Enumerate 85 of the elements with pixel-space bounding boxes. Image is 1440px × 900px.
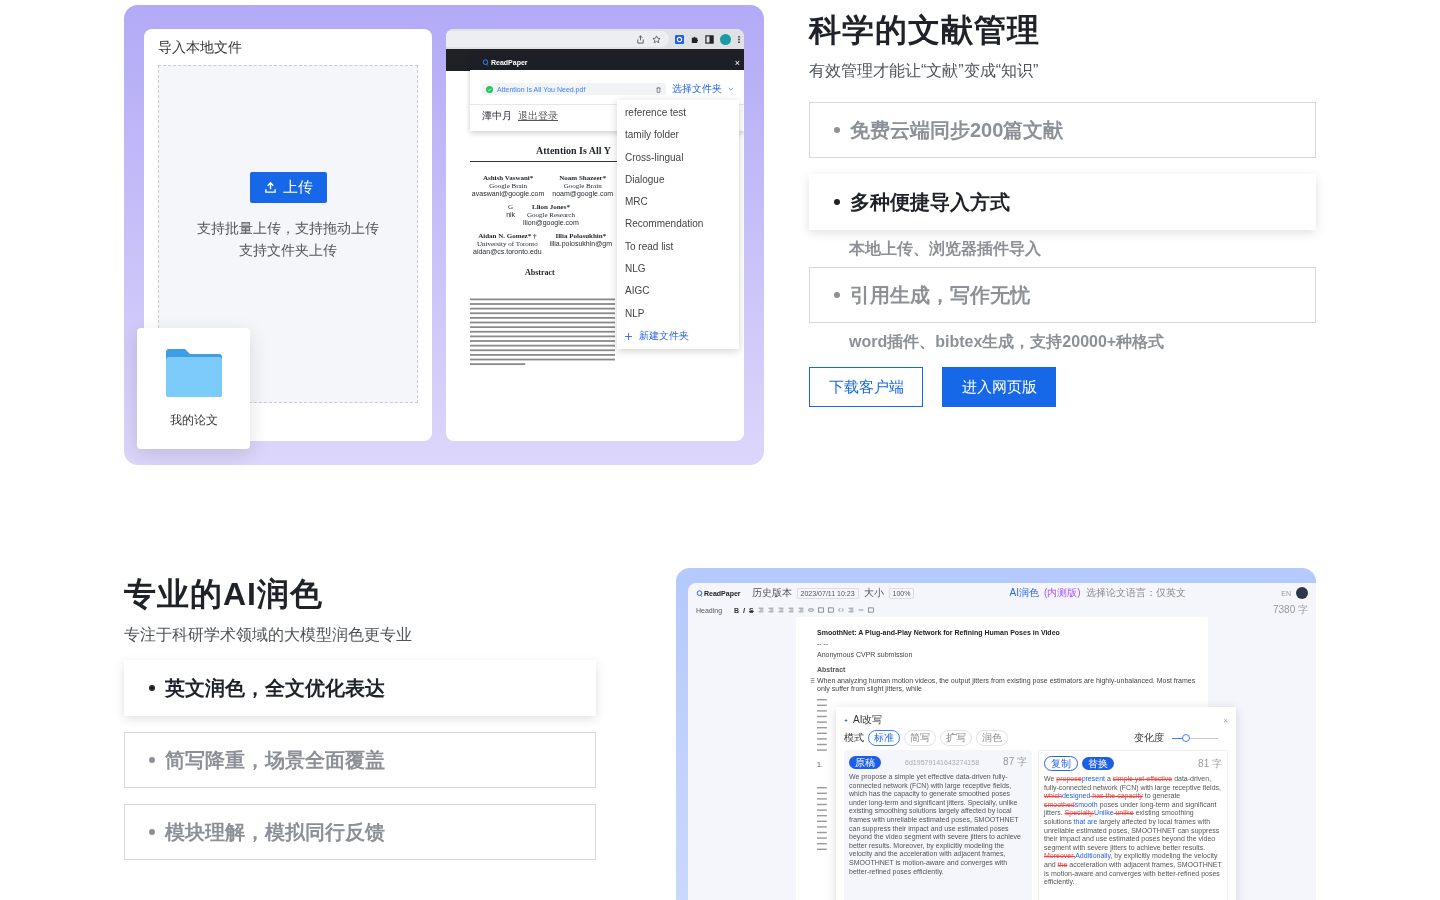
result-button[interactable]: 替换 [1082, 757, 1114, 770]
user-name: 潭中月 [482, 109, 512, 123]
section-subtitle: 专注于科研学术领域的大模型润色更专业 [124, 625, 413, 645]
feature-label: 引用生成，写作无忧 [850, 282, 1030, 308]
bullet-icon [834, 127, 840, 133]
card-title: 导入本地文件 [158, 39, 243, 57]
menu-item-label: 新建文件夹 [639, 329, 689, 344]
folder-select-button[interactable]: 选择文件夹 [672, 82, 723, 96]
toolbar-icon[interactable] [757, 607, 764, 613]
sidebar-icon[interactable] [705, 34, 714, 44]
menu-item[interactable]: To read list [617, 235, 739, 259]
menu-item[interactable]: NLG [617, 258, 739, 281]
logo-icon [696, 589, 703, 597]
check-icon [486, 85, 493, 93]
upload-hint: 支持文件夹上传 [239, 240, 337, 260]
avatar[interactable] [1296, 587, 1308, 599]
menu-item[interactable]: Cross-lingual [617, 146, 739, 169]
bullet-icon [149, 685, 155, 691]
feature-label: 简写降重，场景全面覆盖 [165, 747, 385, 773]
toolbar-icon[interactable] [837, 607, 844, 613]
feature-label: 英文润色，全文优化表达 [165, 675, 385, 701]
toolbar-icon[interactable] [777, 607, 784, 613]
menu-item[interactable]: reference test [617, 102, 739, 125]
drop-zone[interactable]: 上传 支持批量上传，支持拖动上传 支持文件夹上传 [158, 65, 418, 403]
menu-item[interactable]: Recommendation [617, 213, 739, 236]
upload-button[interactable]: 上传 [249, 171, 327, 203]
word-count: 81 字 [1198, 756, 1222, 771]
feature-label: 多种便捷导入方式 [850, 189, 1010, 215]
section-title: 专业的AI润色 [124, 575, 324, 614]
star-icon[interactable] [652, 34, 661, 44]
bullet-icon [149, 757, 155, 763]
caret-icon[interactable] [728, 87, 734, 91]
word-count: 7380 字 [1272, 603, 1308, 617]
app-logo-icon[interactable] [675, 34, 684, 44]
menu-item[interactable]: NLP [617, 302, 739, 325]
section-subtitle: 有效管理才能让“文献”变成“知识” [809, 61, 1040, 81]
feature-label: 免费云端同步200篇文献 [850, 117, 1064, 143]
word-count: 87 字 [1003, 755, 1027, 769]
close-button[interactable]: × [734, 57, 740, 68]
more-icon[interactable] [737, 34, 741, 44]
feature-description: 本地上传、浏览器插件导入 [848, 239, 1042, 259]
bullet-icon [149, 829, 155, 835]
folder-card[interactable]: 我的论文 [137, 328, 250, 449]
menu-item[interactable]: Dialogue [617, 168, 739, 192]
folder-name: 我的论文 [169, 412, 218, 429]
trash-icon[interactable] [655, 85, 663, 93]
feature-description: word插件、bibtex生成，支持20000+种格式 [848, 332, 1166, 352]
menu-item[interactable]: MRC [617, 191, 739, 214]
mode-title: AI润色 [1009, 586, 1039, 600]
toolbar-icon[interactable] [787, 607, 794, 613]
upload-hint: 支持批量上传，支持拖动上传 [197, 218, 379, 238]
logo-icon [482, 59, 489, 66]
plus-icon [625, 332, 632, 340]
logout-link[interactable]: 退出登录 [518, 109, 558, 123]
menu-item[interactable]: tamily folder [617, 124, 739, 147]
action-button[interactable]: 进入网页版 [942, 367, 1056, 407]
action-button[interactable]: 下载客户端 [809, 367, 923, 407]
sparkle-icon [844, 717, 849, 723]
slider-thumb[interactable] [1181, 733, 1190, 742]
menu-item[interactable]: AIGC [617, 280, 739, 303]
beta-label: (内测版) [1043, 586, 1081, 600]
new-folder-item[interactable]: 新建文件夹 [617, 324, 739, 348]
upload-icon [263, 180, 277, 194]
mode-label: 模式 [844, 731, 864, 745]
section-title: 科学的文献管理 [809, 11, 1041, 50]
dialog-title: AI改写 [853, 713, 883, 727]
share-icon[interactable] [636, 34, 645, 44]
result-button[interactable]: 复制 [1044, 756, 1078, 771]
drag-handle-icon[interactable] [810, 678, 815, 683]
toolbar-icon[interactable] [797, 607, 804, 613]
feature-tab[interactable]: 英文润色，全文优化表达 [124, 660, 596, 716]
size-label: 大小 [863, 586, 884, 600]
degree-label: 变化度 [1134, 731, 1164, 745]
toolbar-icon[interactable] [847, 607, 854, 613]
feature-label: 模块理解，模拟同行反馈 [165, 819, 385, 845]
history-label: 历史版本 [751, 586, 792, 600]
folder-icon [163, 348, 224, 398]
paper-title: Attention Is All Y [535, 145, 612, 156]
feature-tab[interactable]: 多种便捷导入方式 [809, 174, 1316, 230]
bullet-icon [834, 199, 840, 205]
toolbar-icon[interactable] [767, 607, 774, 613]
language-note[interactable]: 选择论文语言：仅英文 [1085, 586, 1186, 600]
bullet-icon [834, 292, 840, 298]
original-tag: 原稿 [849, 755, 881, 769]
puzzle-icon[interactable] [690, 34, 699, 44]
